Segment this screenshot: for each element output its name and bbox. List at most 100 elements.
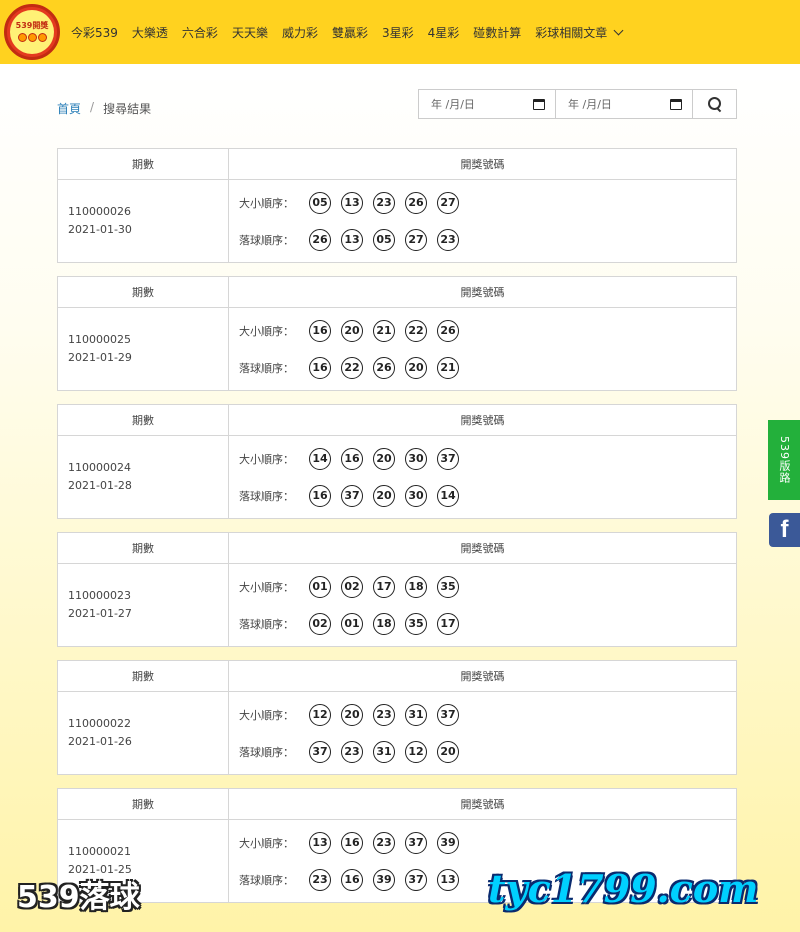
side-tab-539-route[interactable]: 539版路 <box>768 420 800 500</box>
breadcrumb: 首頁 / 搜尋結果 <box>57 100 151 117</box>
number-ball: 23 <box>341 740 363 763</box>
row-label: 落球順序： <box>239 617 294 631</box>
number-ball: 18 <box>373 612 395 635</box>
nav-item-mark-six[interactable]: 六合彩 <box>175 24 225 41</box>
row-label: 落球順序： <box>239 233 294 247</box>
number-ball: 23 <box>373 191 395 214</box>
nav-item-lotto[interactable]: 大樂透 <box>125 24 175 41</box>
drawn-order-row: 落球順序： 37 23 31 12 20 <box>239 740 736 763</box>
period-header: 期數 <box>58 533 229 564</box>
number-ball: 39 <box>437 831 459 854</box>
number-ball: 13 <box>341 191 363 214</box>
number-ball: 16 <box>341 447 363 470</box>
numbers-header: 開獎號碼 <box>229 405 736 436</box>
number-ball: 20 <box>373 484 395 507</box>
number-ball: 35 <box>437 575 459 598</box>
top-navbar: 539開獎 今彩539 大樂透 六合彩 天天樂 威力彩 雙贏彩 3星彩 4星彩 … <box>0 0 800 64</box>
chevron-down-icon <box>613 25 624 35</box>
number-ball: 01 <box>309 575 331 598</box>
site-logo[interactable]: 539開獎 <box>4 4 60 60</box>
start-date-input[interactable]: 年 /月/日 <box>419 90 556 118</box>
number-ball: 16 <box>309 356 331 379</box>
number-ball: 22 <box>341 356 363 379</box>
period-cell: 110000025 2021-01-29 <box>58 308 229 390</box>
number-ball: 20 <box>341 319 363 342</box>
number-ball: 17 <box>437 612 459 635</box>
number-ball: 14 <box>437 484 459 507</box>
number-ball: 21 <box>373 319 395 342</box>
breadcrumb-home[interactable]: 首頁 <box>57 100 81 117</box>
row-label: 落球順序： <box>239 361 294 375</box>
number-ball: 05 <box>373 228 395 251</box>
result-record: 期數 開獎號碼 110000025 2021-01-29 大小順序： 16 20 21 22 26… <box>57 276 737 391</box>
draw-date: 2021-01-26 <box>68 735 132 748</box>
drawn-order-row: 落球順序： 16 37 20 30 14 <box>239 484 736 507</box>
date-search-bar: 年 /月/日 年 /月/日 <box>418 89 737 119</box>
nav-item-daily[interactable]: 天天樂 <box>225 24 275 41</box>
number-ball: 22 <box>405 319 427 342</box>
number-ball: 12 <box>405 740 427 763</box>
nav-item-4-star[interactable]: 4星彩 <box>421 24 467 41</box>
nav-item-calculator[interactable]: 碰數計算 <box>466 24 528 41</box>
results-list: 期數 開獎號碼 110000026 2021-01-30 大小順序： 05 13 23 26 27… <box>57 148 737 916</box>
nav-item-539[interactable]: 今彩539 <box>64 24 125 41</box>
draw-date: 2021-01-28 <box>68 479 132 492</box>
number-ball: 37 <box>309 740 331 763</box>
nav-item-double-win[interactable]: 雙贏彩 <box>325 24 375 41</box>
end-date-input[interactable]: 年 /月/日 <box>556 90 693 118</box>
numbers-cell: 大小順序： 14 16 20 30 37 落球順序： 16 37 20 30 14 <box>229 436 736 518</box>
nav-item-power[interactable]: 威力彩 <box>275 24 325 41</box>
number-ball: 31 <box>373 740 395 763</box>
nav-item-3-star[interactable]: 3星彩 <box>375 24 421 41</box>
breadcrumb-separator: / <box>90 100 95 114</box>
row-label: 大小順序： <box>239 196 294 210</box>
nav-dropdown-label: 彩球相關文章 <box>535 25 608 40</box>
number-ball: 37 <box>341 484 363 507</box>
period-header: 期數 <box>58 405 229 436</box>
number-ball: 37 <box>437 703 459 726</box>
number-ball: 20 <box>437 740 459 763</box>
number-ball: 21 <box>437 356 459 379</box>
draw-date: 2021-01-29 <box>68 351 132 364</box>
row-label: 大小順序： <box>239 708 294 722</box>
number-ball: 37 <box>405 868 427 891</box>
number-ball: 13 <box>309 831 331 854</box>
number-ball: 30 <box>405 447 427 470</box>
calendar-icon[interactable] <box>533 98 545 110</box>
watermark-left: 539落球 <box>17 880 140 915</box>
search-button[interactable] <box>693 90 736 118</box>
period-number: 110000024 <box>68 461 131 474</box>
number-ball: 30 <box>405 484 427 507</box>
nav-item-articles-dropdown[interactable]: 彩球相關文章 <box>528 24 629 41</box>
period-number: 110000023 <box>68 589 131 602</box>
numbers-header: 開獎號碼 <box>229 277 736 308</box>
number-ball: 23 <box>309 868 331 891</box>
numbers-header: 開獎號碼 <box>229 661 736 692</box>
row-label: 大小順序： <box>239 580 294 594</box>
period-header: 期數 <box>58 149 229 180</box>
number-ball: 18 <box>405 575 427 598</box>
nav-menu: 今彩539 大樂透 六合彩 天天樂 威力彩 雙贏彩 3星彩 4星彩 碰數計算 彩… <box>64 0 629 64</box>
start-date-placeholder: 年 /月/日 <box>431 98 475 111</box>
drawn-order-row: 落球順序： 02 01 18 35 17 <box>239 612 736 635</box>
number-ball: 13 <box>341 228 363 251</box>
numbers-header: 開獎號碼 <box>229 149 736 180</box>
numbers-cell: 大小順序： 16 20 21 22 26 落球順序： 16 22 26 20 21 <box>229 308 736 390</box>
number-ball: 01 <box>341 612 363 635</box>
draw-date: 2021-01-30 <box>68 223 132 236</box>
drawn-order-row: 落球順序： 16 22 26 20 21 <box>239 356 736 379</box>
row-label: 落球順序： <box>239 745 294 759</box>
calendar-icon[interactable] <box>670 98 682 110</box>
sorted-order-row: 大小順序： 05 13 23 26 27 <box>239 191 736 214</box>
row-label: 大小順序： <box>239 324 294 338</box>
period-cell: 110000026 2021-01-30 <box>58 180 229 262</box>
number-ball: 20 <box>341 703 363 726</box>
facebook-icon[interactable]: f <box>769 513 800 547</box>
number-ball: 39 <box>373 868 395 891</box>
number-ball: 26 <box>373 356 395 379</box>
period-number: 110000025 <box>68 333 131 346</box>
result-record: 期數 開獎號碼 110000024 2021-01-28 大小順序： 14 16 20 30 37… <box>57 404 737 519</box>
period-header: 期數 <box>58 661 229 692</box>
period-cell: 110000023 2021-01-27 <box>58 564 229 646</box>
number-ball: 26 <box>309 228 331 251</box>
